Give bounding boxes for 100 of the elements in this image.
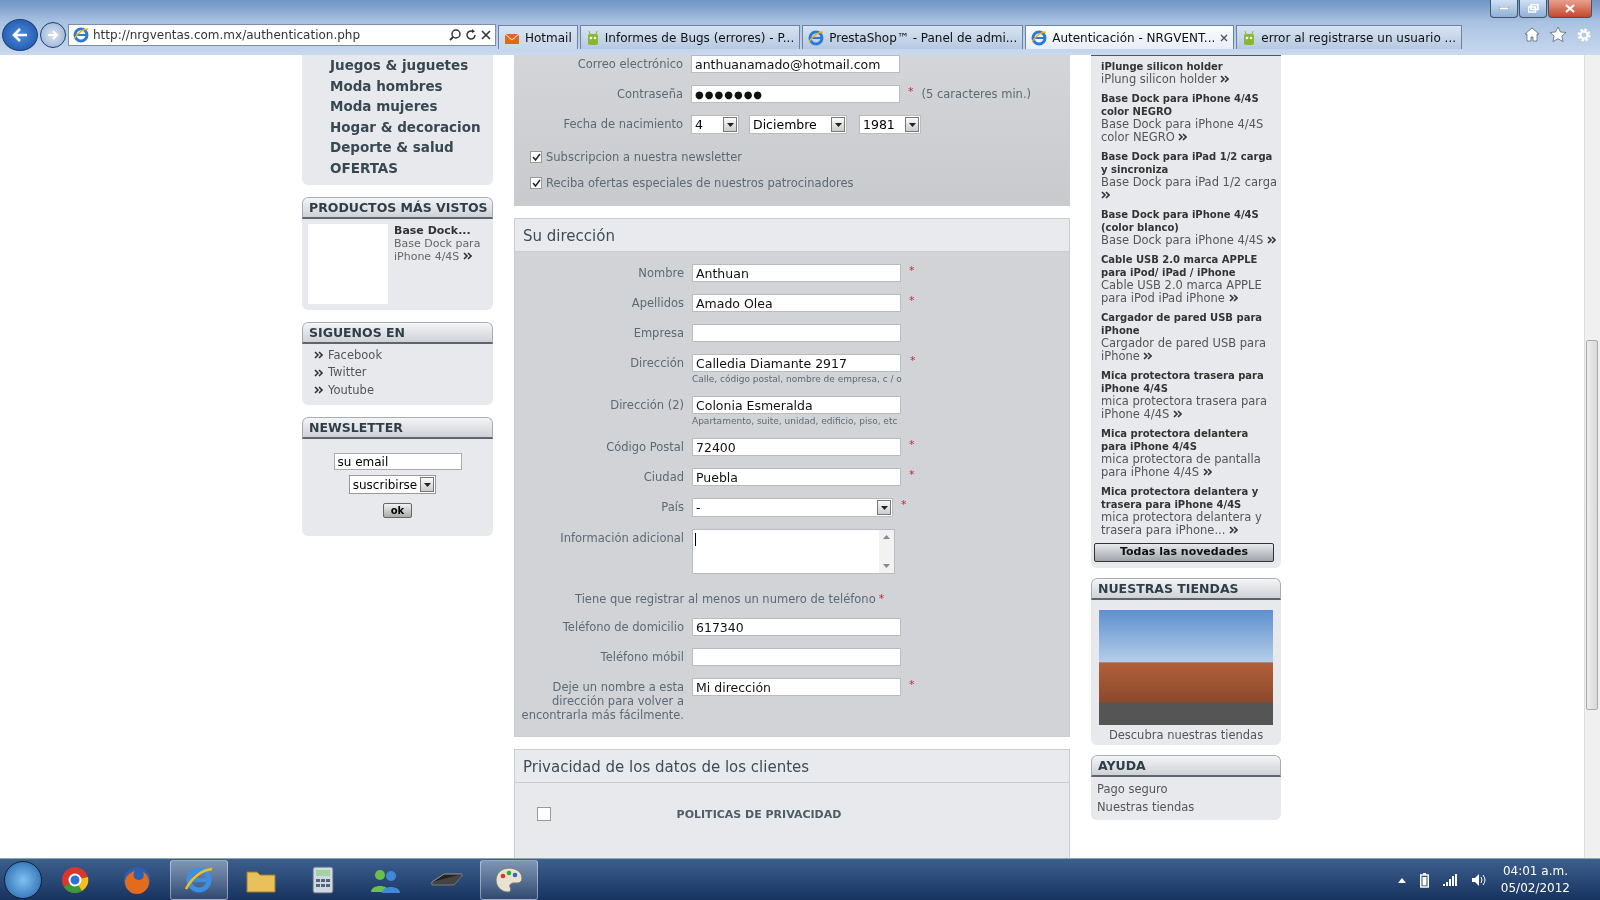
- double-chevron-icon: [314, 351, 323, 360]
- restore-button[interactable]: [1519, 0, 1547, 18]
- social-link[interactable]: Twitter: [328, 364, 367, 382]
- checkbox-label: Subscripcion a nuestra newsletter: [546, 150, 743, 164]
- product-description[interactable]: Base Dock para iPhone 4/4S: [1101, 234, 1277, 247]
- checkbox[interactable]: [530, 151, 542, 163]
- category-link[interactable]: Juegos & juguetes: [330, 55, 493, 76]
- text-field[interactable]: Colonia Esmeralda: [692, 396, 901, 414]
- required-asterisk: *: [909, 264, 915, 277]
- battery-icon[interactable]: [1419, 872, 1429, 888]
- product-name[interactable]: Mica protectora delantera y trasera para iPhone 4/4S: [1101, 485, 1277, 511]
- block-heading: SIGUENOS EN: [302, 321, 493, 344]
- category-link[interactable]: Hogar & decoracion: [330, 116, 493, 138]
- product-description[interactable]: Base Dock para iPhone 4/4S color NEGRO: [1101, 118, 1277, 144]
- close-icon: [1220, 33, 1229, 42]
- day-dropdown[interactable]: 4: [691, 115, 739, 134]
- text-field[interactable]: Mi dirección: [692, 678, 901, 696]
- text-field[interactable]: Amado Olea: [692, 294, 901, 312]
- clock-time[interactable]: 04:01 a.m.: [1500, 863, 1570, 880]
- scroll-up-icon: [883, 535, 890, 539]
- product-description[interactable]: iPlung silicon holder: [1101, 73, 1277, 86]
- product-name[interactable]: iPlunge silicon holder: [1101, 60, 1277, 73]
- stores-link[interactable]: Descubra nuestras tiendas: [1108, 728, 1264, 742]
- action-dropdown[interactable]: suscribirse: [348, 475, 437, 495]
- star-icon[interactable]: [1550, 27, 1566, 42]
- product-description[interactable]: Cable USB 2.0 marca APPLE para iPod iPad iPhone: [1101, 279, 1277, 305]
- product-description[interactable]: Base Dock para iPhone 4/4S: [394, 236, 487, 263]
- double-chevron-icon: [1101, 191, 1110, 199]
- text-field[interactable]: Calledia Diamante 2917: [692, 354, 901, 372]
- password-hint: (5 caracteres min.): [921, 86, 1032, 101]
- year-dropdown[interactable]: 1981: [859, 115, 921, 134]
- browser-tab[interactable]: Informes de Bugs (errores) - P...: [579, 25, 801, 49]
- field-label: Dirección (2): [609, 397, 684, 412]
- privacy-policy-label[interactable]: POLITICAS DE PRIVACIDAD: [551, 807, 1047, 821]
- all-new-products-button[interactable]: Todas las novedades: [1094, 543, 1274, 562]
- product-name[interactable]: Cargador de pared USB para iPhone: [1101, 311, 1277, 337]
- address-bar[interactable]: http://nrgventas.com.mx/authentication.php: [68, 24, 496, 46]
- checkbox[interactable]: [537, 807, 551, 821]
- product-name[interactable]: Base Dock...: [394, 223, 487, 237]
- checkbox-label: Reciba ofertas especiales de nuestros patrocinadores: [546, 176, 854, 190]
- minimize-button[interactable]: [1490, 0, 1518, 18]
- social-link[interactable]: Youtube: [328, 381, 374, 400]
- double-chevron-icon: [1202, 468, 1212, 476]
- product-name[interactable]: Mica protectora delantera para iPhone 4/4S: [1101, 427, 1277, 453]
- field-label: Dirección: [629, 355, 684, 370]
- product-name[interactable]: Mica protectora trasera para iPhone 4/4S: [1101, 369, 1277, 395]
- email-field[interactable]: anthuanamado@hotmail.com: [691, 55, 900, 73]
- category-link[interactable]: OFERTAS: [330, 157, 493, 179]
- product-name[interactable]: Cable USB 2.0 marca APPLE para iPod/ iPad / iPhone: [1101, 253, 1277, 279]
- signal-icon[interactable]: [1442, 874, 1457, 886]
- product-description[interactable]: Base Dock para iPad 1/2 carga: [1101, 176, 1277, 202]
- social-link[interactable]: Facebook: [328, 346, 383, 365]
- password-field[interactable]: ●●●●●●●: [691, 85, 900, 103]
- block-heading: NEWSLETTER: [302, 417, 493, 440]
- checkbox[interactable]: [530, 177, 542, 189]
- back-arrow-icon: [12, 28, 28, 42]
- country-dropdown[interactable]: -: [692, 498, 893, 517]
- browser-tab[interactable]: error al registrarse un usuario ...: [1236, 25, 1462, 49]
- text-field[interactable]: 72400: [692, 438, 901, 456]
- text-field[interactable]: [692, 324, 901, 342]
- phone-note: Tiene que registrar al menos un numero de teléfono: [575, 592, 876, 606]
- scrollbar[interactable]: [1584, 55, 1600, 858]
- browser-tab[interactable]: Autenticación - NRGVENT...: [1025, 25, 1235, 49]
- text-field[interactable]: Puebla: [692, 468, 901, 486]
- home-icon[interactable]: [1524, 27, 1540, 42]
- field-label: Correo electrónico: [576, 56, 683, 71]
- category-link[interactable]: Moda mujeres: [330, 96, 493, 117]
- forward-button[interactable]: [40, 22, 66, 48]
- clock-date[interactable]: 05/02/2012: [1500, 880, 1570, 897]
- product-description[interactable]: mica protectora de pantalla para iPhone 4/4S: [1101, 453, 1277, 479]
- block-heading: PRODUCTOS MÁS VISTOS: [302, 196, 493, 219]
- close-button[interactable]: [1548, 0, 1592, 18]
- help-link[interactable]: Nuestras tiendas: [1097, 798, 1275, 816]
- text-field[interactable]: 617340: [692, 618, 901, 636]
- ok-button[interactable]: ok: [382, 503, 413, 519]
- required-asterisk: *: [909, 354, 916, 367]
- product-name[interactable]: Base Dock para iPhone 4/4S color NEGRO: [1101, 92, 1277, 118]
- speaker-icon[interactable]: [1470, 873, 1487, 887]
- field-label: Fecha de nacimiento: [562, 116, 683, 131]
- paint-palette-icon[interactable]: [480, 860, 538, 900]
- text-field[interactable]: Anthuan: [692, 264, 901, 282]
- browser-tab[interactable]: PrestaShop™ - Panel de admi...: [802, 25, 1024, 49]
- double-chevron-icon: [1229, 526, 1238, 534]
- email-field[interactable]: su email: [333, 453, 462, 471]
- start-button[interactable]: [4, 861, 42, 899]
- product-description[interactable]: mica protectora delantera y trasera para iPhone...: [1101, 511, 1277, 537]
- show-hidden-icon[interactable]: [1397, 877, 1406, 883]
- month-dropdown[interactable]: Diciembre: [749, 115, 847, 134]
- product-name[interactable]: Base Dock para iPad 1/2 carga y sincroniza: [1101, 150, 1277, 176]
- back-button[interactable]: [2, 19, 38, 51]
- product-description[interactable]: Cargador de pared USB para iPhone: [1101, 337, 1277, 363]
- category-link[interactable]: Deporte & salud: [330, 137, 493, 158]
- category-link[interactable]: Moda hombres: [330, 75, 493, 97]
- text-field[interactable]: [692, 648, 901, 666]
- browser-tab[interactable]: Hotmail: [498, 25, 578, 49]
- product-description[interactable]: mica protectora trasera para iPhone 4/4S: [1101, 395, 1277, 421]
- browser-e-icon[interactable]: [170, 860, 228, 900]
- field-label: Teléfono de domicilio: [561, 619, 684, 634]
- help-link[interactable]: Pago seguro: [1097, 781, 1275, 799]
- product-name[interactable]: Base Dock para iPhone 4/4S (color blanco): [1101, 208, 1277, 234]
